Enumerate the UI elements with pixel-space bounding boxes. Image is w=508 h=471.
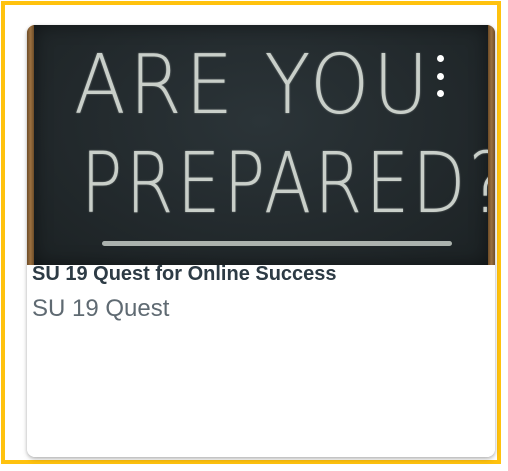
- options-dot: [436, 72, 444, 80]
- course-card[interactable]: ARE YOU PREPARED?: [27, 25, 495, 457]
- vertical-ellipsis-icon[interactable]: [429, 55, 451, 97]
- course-code: SU 19 Quest: [32, 295, 170, 322]
- options-dot: [436, 55, 444, 62]
- chalkboard-frame-right: [488, 25, 495, 265]
- options-dot: [436, 90, 444, 97]
- chalk-underline: [102, 241, 452, 246]
- chalkboard-frame-left: [27, 25, 34, 265]
- course-title-link[interactable]: SU 19 Quest for Online Success: [32, 263, 337, 286]
- hero-text-line-2: PREPARED?: [80, 134, 495, 232]
- hero-text-line-1: ARE YOU: [74, 38, 432, 133]
- card-body: [27, 265, 495, 457]
- focus-outline: ARE YOU PREPARED?: [1, 1, 501, 464]
- card-hero-image[interactable]: ARE YOU PREPARED?: [27, 25, 495, 265]
- chalkboard: ARE YOU PREPARED?: [34, 25, 495, 265]
